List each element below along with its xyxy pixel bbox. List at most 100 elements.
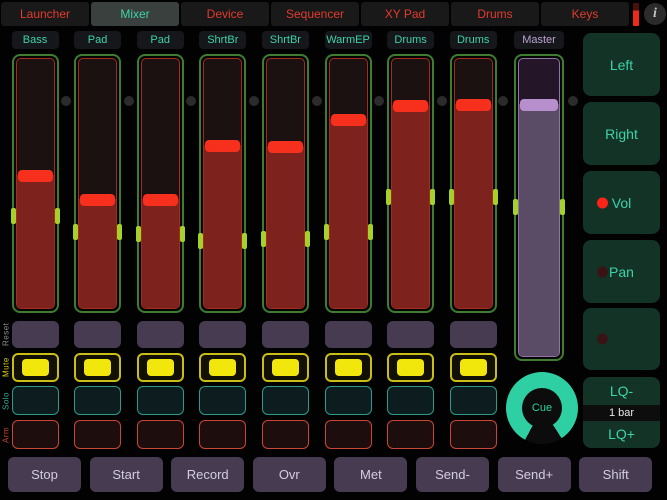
arm-button[interactable]	[12, 420, 59, 449]
volume-fader[interactable]	[199, 54, 246, 313]
meter-nub-right-icon	[180, 226, 185, 242]
fader-handle[interactable]	[331, 114, 366, 126]
tab-keys[interactable]: Keys	[541, 2, 629, 26]
transport-record-button[interactable]: Record	[171, 457, 244, 492]
panel-button-right[interactable]: Right	[583, 102, 660, 165]
track-label[interactable]: Pad	[74, 31, 121, 49]
pan-dot-icon	[437, 96, 447, 106]
tab-sequencer[interactable]: Sequencer	[271, 2, 359, 26]
transport-shift-button[interactable]: Shift	[579, 457, 652, 492]
fader-handle[interactable]	[18, 170, 53, 182]
fader-handle[interactable]	[456, 99, 491, 111]
tab-device[interactable]: Device	[181, 2, 269, 26]
tab-mixer[interactable]: Mixer	[91, 2, 179, 26]
tab-launcher[interactable]: Launcher	[1, 2, 89, 26]
mute-button[interactable]	[450, 353, 497, 382]
fader-handle[interactable]	[143, 194, 178, 206]
info-button[interactable]: i	[644, 3, 666, 25]
fader-track[interactable]	[329, 58, 368, 309]
transport-send-button[interactable]: Send+	[498, 457, 571, 492]
fader-track[interactable]	[518, 58, 560, 357]
mute-button[interactable]	[262, 353, 309, 382]
solo-button[interactable]	[325, 386, 372, 415]
arm-button[interactable]	[137, 420, 184, 449]
fader-track[interactable]	[203, 58, 242, 309]
panel-button-pan[interactable]: Pan	[583, 240, 660, 303]
mute-button[interactable]	[12, 353, 59, 382]
arm-button[interactable]	[387, 420, 434, 449]
master-volume-fader[interactable]	[514, 54, 564, 361]
fader-handle[interactable]	[520, 99, 558, 111]
fader-handle[interactable]	[393, 100, 428, 112]
fader-handle[interactable]	[80, 194, 115, 206]
cue-knob-label: Cue	[522, 388, 562, 428]
solo-button[interactable]	[387, 386, 434, 415]
reset-button[interactable]	[325, 321, 372, 348]
fader-track[interactable]	[454, 58, 493, 309]
tab-drums[interactable]: Drums	[451, 2, 539, 26]
fader-fill	[17, 175, 54, 308]
fader-track[interactable]	[78, 58, 117, 309]
fader-track[interactable]	[391, 58, 430, 309]
track-label[interactable]: Pad	[137, 31, 184, 49]
volume-fader[interactable]	[74, 54, 121, 313]
solo-button[interactable]	[262, 386, 309, 415]
arm-button[interactable]	[74, 420, 121, 449]
reset-button[interactable]	[387, 321, 434, 348]
cue-knob[interactable]: Cue	[506, 372, 578, 444]
panel-button-blank[interactable]	[583, 308, 660, 370]
arm-button[interactable]	[325, 420, 372, 449]
volume-fader[interactable]	[450, 54, 497, 313]
tab-xy-pad[interactable]: XY Pad	[361, 2, 449, 26]
fader-fill	[392, 105, 429, 308]
arm-button[interactable]	[199, 420, 246, 449]
volume-fader[interactable]	[325, 54, 372, 313]
arm-button[interactable]	[262, 420, 309, 449]
solo-button[interactable]	[137, 386, 184, 415]
solo-button[interactable]	[199, 386, 246, 415]
reset-button[interactable]	[450, 321, 497, 348]
fader-handle[interactable]	[268, 141, 303, 153]
mute-pill-icon	[84, 359, 111, 376]
track-label[interactable]: WarmEP	[325, 31, 372, 49]
track-label[interactable]: Drums	[387, 31, 434, 49]
reset-button[interactable]	[137, 321, 184, 348]
track-label[interactable]: Bass	[12, 31, 59, 49]
solo-button[interactable]	[12, 386, 59, 415]
transport-start-button[interactable]: Start	[90, 457, 163, 492]
volume-fader[interactable]	[137, 54, 184, 313]
lq-plus-button[interactable]: LQ+	[583, 421, 660, 449]
mute-button[interactable]	[387, 353, 434, 382]
volume-fader[interactable]	[262, 54, 309, 313]
fader-handle[interactable]	[205, 140, 240, 152]
track-label[interactable]: ShrtBr	[262, 31, 309, 49]
solo-button[interactable]	[74, 386, 121, 415]
fader-track[interactable]	[141, 58, 180, 309]
fader-track[interactable]	[266, 58, 305, 309]
transport-met-button[interactable]: Met	[334, 457, 407, 492]
transport-ovr-button[interactable]: Ovr	[253, 457, 326, 492]
track-label-master[interactable]: Master	[514, 31, 564, 49]
meter-nub-right-icon	[305, 231, 310, 247]
transport-stop-button[interactable]: Stop	[8, 457, 81, 492]
solo-button[interactable]	[450, 386, 497, 415]
mute-button[interactable]	[74, 353, 121, 382]
mute-button[interactable]	[199, 353, 246, 382]
reset-button[interactable]	[199, 321, 246, 348]
lq-minus-button[interactable]: LQ-	[583, 377, 660, 405]
panel-button-vol[interactable]: Vol	[583, 171, 660, 234]
transport-send-button[interactable]: Send-	[416, 457, 489, 492]
volume-fader[interactable]	[387, 54, 434, 313]
reset-button[interactable]	[74, 321, 121, 348]
panel-button-left[interactable]: Left	[583, 33, 660, 96]
fader-fill	[519, 104, 559, 356]
track-label[interactable]: Drums	[450, 31, 497, 49]
reset-button[interactable]	[12, 321, 59, 348]
mute-button[interactable]	[325, 353, 372, 382]
mute-button[interactable]	[137, 353, 184, 382]
track-label[interactable]: ShrtBr	[199, 31, 246, 49]
arm-button[interactable]	[450, 420, 497, 449]
fader-track[interactable]	[16, 58, 55, 309]
reset-button[interactable]	[262, 321, 309, 348]
volume-fader[interactable]	[12, 54, 59, 313]
